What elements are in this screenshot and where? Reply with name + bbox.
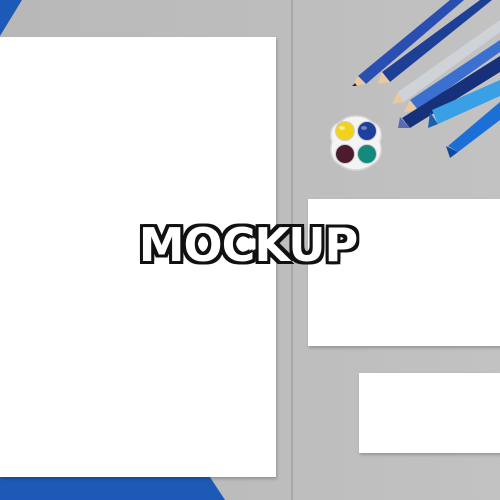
mockup-watermark: MOCKUP	[138, 218, 359, 272]
colored-pencils-icon	[352, 0, 500, 158]
paper-slip-icon	[359, 373, 500, 453]
blue-sheet-corner-top	[0, 0, 22, 36]
blue-sheet-corner-bottom	[0, 476, 225, 500]
mockup-scene: MOCKUP	[0, 0, 500, 500]
